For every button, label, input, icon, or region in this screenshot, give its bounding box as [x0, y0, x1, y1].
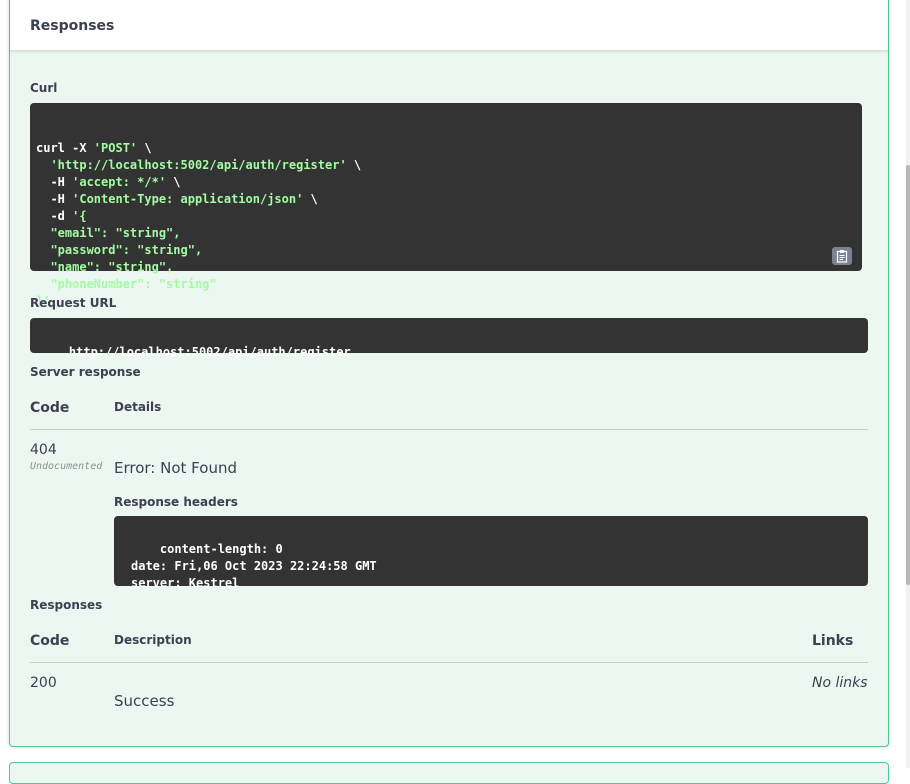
response-headers-text: content-length: 0 date: Fri,06 Oct 2023 …: [131, 542, 377, 590]
responses-code-header: Code: [30, 633, 70, 649]
curl-segment: \: [346, 158, 362, 172]
curl-segment: \: [137, 141, 152, 155]
curl-segment: -H: [36, 175, 73, 189]
server-response-details-header: Details: [114, 400, 162, 414]
server-response-code-header: Code: [30, 400, 70, 416]
curl-segment: "email": "string",: [36, 226, 181, 240]
response-headers-label: Response headers: [114, 495, 238, 509]
next-operation-block[interactable]: [9, 762, 889, 784]
clipboard-icon: [836, 250, 848, 263]
request-url-value: http://localhost:5002/api/auth/register: [68, 345, 351, 359]
curl-segment: -d: [36, 209, 73, 223]
curl-line: -H 'Content-Type: application/json' \: [36, 191, 862, 208]
curl-segment: '{: [72, 209, 87, 223]
scrollbar[interactable]: [906, 0, 910, 768]
curl-segment: -H: [36, 192, 73, 206]
section-header: Responses: [10, 0, 888, 51]
curl-line: -d '{: [36, 208, 862, 225]
curl-line: }': [36, 293, 862, 310]
curl-segment: "password": "string",: [36, 243, 203, 257]
responses-label: Responses: [30, 598, 103, 612]
curl-segment: 'POST': [93, 141, 138, 155]
response-headers-block[interactable]: content-length: 0 date: Fri,06 Oct 2023 …: [114, 516, 868, 590]
curl-segment: "phoneNumber": "string": [36, 277, 217, 291]
curl-line: "password": "string",: [36, 242, 862, 259]
curl-segment: \: [303, 192, 318, 206]
operation-block: Responses Curl curl -X 'POST' \ 'http://…: [9, 0, 889, 747]
error-message: Error: Not Found: [114, 459, 237, 477]
curl-label: Curl: [30, 81, 58, 95]
curl-code-block[interactable]: curl -X 'POST' \ 'http://localhost:5002/…: [30, 103, 862, 308]
curl-code: curl -X 'POST' \ 'http://localhost:5002/…: [36, 140, 862, 310]
curl-line: curl -X 'POST' \: [36, 140, 862, 157]
curl-line: "name": "string",: [36, 259, 862, 276]
section-title: Responses: [30, 18, 115, 34]
scrollbar-thumb[interactable]: [906, 165, 910, 585]
request-url-label: Request URL: [30, 296, 117, 310]
request-url-block[interactable]: http://localhost:5002/api/auth/register: [30, 318, 868, 359]
responses-description-header: Description: [114, 633, 192, 647]
divider: [30, 662, 868, 663]
curl-line: 'http://localhost:5002/api/auth/register…: [36, 157, 862, 174]
curl-segment: curl -X: [36, 141, 94, 155]
curl-segment: [36, 158, 50, 172]
server-response-label: Server response: [30, 365, 141, 379]
no-links: No links: [812, 675, 868, 691]
curl-line: "email": "string",: [36, 225, 862, 242]
curl-segment: 'http://localhost:5002/api/auth/register…: [50, 158, 347, 172]
responses-links-header: Links: [812, 633, 854, 649]
curl-segment: 'Content-Type: application/json': [72, 192, 304, 206]
response-status-code: 404: [30, 442, 57, 458]
curl-segment: 'accept: */*': [72, 175, 167, 189]
divider: [30, 429, 868, 430]
curl-segment: \: [166, 175, 181, 189]
copy-button[interactable]: [832, 247, 852, 265]
curl-segment: "name": "string",: [36, 260, 174, 274]
response-description: Success: [114, 692, 175, 710]
response-code-200: 200: [30, 675, 57, 691]
curl-line: -H 'accept: */*' \: [36, 174, 862, 191]
undocumented-tag: Undocumented: [30, 461, 103, 472]
curl-line: "phoneNumber": "string": [36, 276, 862, 293]
